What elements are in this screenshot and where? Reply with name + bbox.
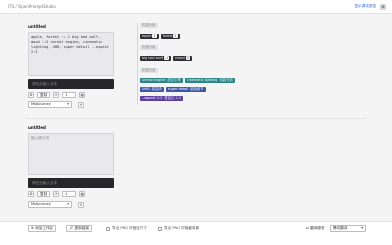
show-debug-link[interactable]: 显示调试按钮	[354, 4, 376, 9]
checkbox[interactable]	[158, 226, 162, 231]
tag-unreal[interactable]: unreal engine 虚幻引擎	[140, 78, 183, 83]
group-label: 权重分组	[140, 68, 158, 73]
tag-group-3: 权重分组 unreal engine 虚幻引擎 cinematic lightin…	[137, 68, 235, 105]
textarea-placeholder: 输入提示词	[31, 136, 49, 140]
translate-icon: ⇄	[306, 226, 310, 230]
copy-button[interactable]: 复制	[37, 191, 51, 197]
prompt-textarea[interactable]: 输入提示词	[28, 133, 114, 175]
copy-button[interactable]: 复制	[37, 92, 51, 98]
copy-link-button[interactable]: 🔗 复制链接	[66, 225, 93, 232]
model-select-value: Midjourney	[31, 202, 51, 206]
model-select-value: Midjourney	[31, 102, 51, 106]
add-workspace-button[interactable]: ⊕ 添加工作区	[28, 225, 57, 232]
refresh-icon[interactable]: ⟳	[53, 92, 60, 98]
grid-icon[interactable]: ▦	[79, 92, 86, 98]
tag-forest[interactable]: forest 2	[160, 34, 180, 39]
tag-mood[interactable]: mood 3	[173, 56, 192, 61]
group-label: 权重分组	[140, 23, 158, 28]
card-title: untitled	[28, 125, 46, 130]
tag-wolf[interactable]: big bad wolf -1	[140, 56, 172, 61]
settings-icon[interactable]: ⚙	[28, 191, 34, 197]
app-title: ITS / OpenPromptStudio	[8, 4, 56, 9]
plus-icon: ⊕	[31, 226, 35, 230]
number-field[interactable]: 1	[62, 92, 77, 98]
link-icon: 🔗	[69, 226, 74, 230]
export-fixed-size-option[interactable]: 导出 PNG 时固定尺寸	[106, 226, 147, 231]
number-field[interactable]: 1	[62, 191, 77, 197]
translate-label: ⇄ 翻译服务	[306, 226, 325, 230]
export-hide-bg-option[interactable]: 导出 PNG 时隐藏背景	[158, 226, 199, 231]
input-placeholder: 请在此输入文本	[32, 181, 58, 185]
text-input[interactable]: 请在此输入文本	[28, 178, 114, 188]
card-controls: ⚙ 复制 ⟳ 1 ▦	[28, 92, 86, 98]
grid-icon[interactable]: ▦	[79, 191, 86, 197]
model-select[interactable]: Midjourney ▾	[28, 101, 72, 108]
tag-uhd[interactable]: UHD 超高清	[140, 87, 164, 92]
chevron-down-icon: ▾	[361, 226, 363, 230]
tag-superdetail[interactable]: super detail 超级细节	[165, 87, 206, 92]
group-label: 权重分组	[140, 45, 158, 50]
refresh-icon[interactable]: ⟳	[53, 191, 60, 197]
model-select[interactable]: Midjourney ▾	[28, 201, 72, 208]
text-input[interactable]: 请在此输入文本	[28, 79, 114, 89]
chevron-down-icon: ▾	[67, 202, 69, 206]
divider	[26, 118, 366, 119]
checkbox[interactable]	[106, 226, 110, 231]
bottom-toolbar: ⊕ 添加工作区 🔗 复制链接 导出 PNG 时固定尺寸 导出 PNG 时隐藏背景…	[0, 221, 392, 245]
delete-icon[interactable]: ✕	[78, 102, 84, 108]
settings-icon[interactable]: ⚙	[28, 92, 34, 98]
tag-aspect[interactable]: --aspect 2:3 宽高比 2:3	[140, 96, 183, 101]
delete-icon[interactable]: ✕	[78, 202, 84, 208]
translate-service-select[interactable]: 腾讯翻译 ▾	[330, 225, 366, 232]
card-title: untitled	[28, 24, 46, 29]
chevron-down-icon: ▾	[67, 102, 69, 106]
card-controls: ⚙ 复制 ⟳ 1 ▦	[28, 191, 86, 197]
tag-apple[interactable]: apple 1	[140, 34, 159, 39]
tag-cinematic[interactable]: cinematic lighting 电影光效	[184, 78, 235, 83]
input-placeholder: 请在此输入文本	[32, 82, 58, 86]
gear-icon[interactable]: ⚙	[380, 4, 386, 10]
prompt-textarea[interactable]: apple, forest ::-1 big bad wolf, mood ::…	[28, 32, 114, 76]
top-bar: ITS / OpenPromptStudio 显示调试按钮 ⚙	[0, 0, 392, 14]
